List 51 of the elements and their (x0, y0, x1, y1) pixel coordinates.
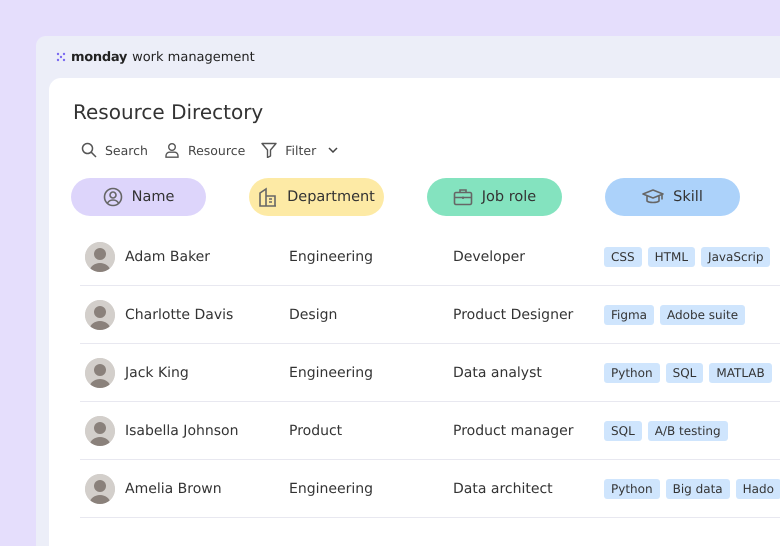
job-role-text: Product manager (453, 422, 575, 438)
department-text: Product (289, 422, 344, 438)
department-text: Engineering (289, 480, 374, 496)
person-name: Charlotte Davis (125, 306, 234, 322)
column-header[interactable]: Job role (427, 178, 562, 216)
user-circle-icon (102, 187, 123, 207)
page-title: Resource Directory (73, 100, 264, 126)
job-role-text: Data analyst (453, 364, 543, 380)
logo-icon (56, 52, 66, 62)
briefcase-icon (452, 187, 473, 207)
person-name: Jack King (125, 364, 189, 380)
avatar (85, 416, 115, 446)
search-icon (81, 142, 97, 158)
person-icon (164, 142, 180, 158)
person-button[interactable]: Resource (164, 142, 246, 158)
filter-icon (261, 142, 278, 158)
skill-tag: CSS (604, 246, 642, 266)
column-header[interactable]: Department (249, 178, 384, 216)
avatar (85, 300, 115, 330)
department-text: Engineering (289, 248, 374, 264)
building-icon (258, 187, 278, 207)
skill-tag: MATLAB (709, 362, 772, 382)
filter-button[interactable]: Filter (261, 142, 316, 158)
skill-tag: JavaScrip (701, 246, 770, 266)
skill-tag: Big data (666, 478, 730, 498)
column-header[interactable]: Name (71, 178, 206, 216)
avatar (85, 358, 115, 388)
job-role-text: Developer (453, 248, 526, 264)
person-name: Amelia Brown (125, 480, 222, 496)
skill-tag: Python (604, 362, 660, 382)
skill-tag: SQL (604, 420, 642, 440)
skill-tag: A/B testing (648, 420, 728, 440)
skill-tag: HTML (648, 246, 696, 266)
department-text: Engineering (289, 364, 374, 380)
avatar (85, 474, 115, 504)
avatar (85, 242, 115, 272)
skill-tag: Figma (604, 304, 654, 324)
department-text: Design (289, 306, 338, 322)
job-role-text: Product Designer (453, 306, 574, 322)
brand-name: monday (71, 50, 128, 64)
caret-icon[interactable] (328, 147, 338, 153)
person-name: Adam Baker (125, 248, 210, 264)
person-name: Isabella Johnson (125, 422, 238, 438)
column-header[interactable]: Skill (605, 178, 740, 216)
job-role-text: Data architect (453, 480, 554, 496)
brand-suffix: work management (132, 50, 255, 64)
skill-tag: SQL (666, 362, 704, 382)
search-button[interactable]: Search (81, 142, 148, 158)
skill-tag: Python (604, 478, 660, 498)
skill-tag: Hado (736, 478, 780, 498)
skill-tag: Adobe suite (660, 304, 746, 324)
